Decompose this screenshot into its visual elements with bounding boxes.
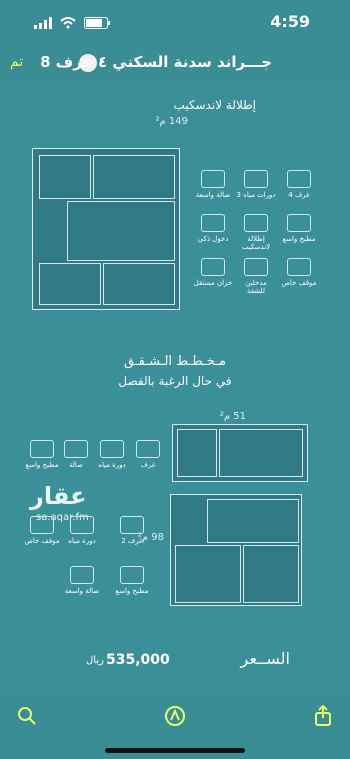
smart-entry-icon <box>201 214 225 232</box>
parking-icon <box>287 258 311 276</box>
kitchen-icon <box>287 214 311 232</box>
amenity-label: خزان مستقل <box>193 279 233 287</box>
plan-room <box>207 499 299 543</box>
floor-plan-main <box>32 148 180 310</box>
amenity-unit-a: مطبخ واسع <box>22 440 62 469</box>
split-title-line1: مـخـطـط الـشـقـق <box>124 354 226 369</box>
bedroom-icon <box>120 516 144 534</box>
floor-plan-unit-a <box>172 424 308 482</box>
plan-room <box>175 545 241 603</box>
living-room-icon <box>70 566 94 584</box>
amenity-unit-b: دورة مياه <box>62 516 102 545</box>
wifi-icon <box>60 14 76 33</box>
amenity-label: مطبخ واسع <box>282 235 316 243</box>
amenity-top: إطلالة لاندسكيب <box>236 214 276 251</box>
plan-room <box>67 201 175 261</box>
price-value: 535,000 <box>106 652 170 668</box>
amenity-label: مدخلين للشقة <box>245 279 267 295</box>
bedroom-icon <box>136 440 160 458</box>
price-currency: ريال <box>86 655 104 666</box>
double-door-icon <box>244 258 268 276</box>
parking-icon <box>30 516 54 534</box>
amenity-label: دخول ذكي <box>197 235 229 243</box>
amenity-top: دخول ذكي <box>193 214 233 243</box>
status-bar: 4:59 <box>0 0 350 44</box>
unit-a-area: 51 م² <box>219 411 246 422</box>
amenity-unit-b: 2 غرف <box>112 516 152 545</box>
amenity-unit-b: صالة واسعة <box>62 566 102 595</box>
amenity-label: دورة مياه <box>68 537 96 545</box>
water-tank-icon <box>201 258 225 276</box>
amenity-label: 2 غرف <box>121 537 143 545</box>
amenity-label: صالة واسعة <box>64 587 100 595</box>
bedroom-icon <box>287 170 311 188</box>
amenity-unit-a: غرف <box>128 440 168 469</box>
plan-room <box>93 155 175 199</box>
floor-plan-unit-b <box>170 494 302 606</box>
amenity-label: إطلالة لاندسكيب <box>241 235 271 251</box>
amenity-label: 3 دورات مياه <box>236 191 276 199</box>
amenity-top: 4 غرف <box>279 170 319 199</box>
amenity-unit-b: مطبخ واسع <box>112 566 152 595</box>
home-indicator <box>105 748 245 753</box>
amenity-unit-a: دورة مياه <box>92 440 132 469</box>
search-icon[interactable] <box>14 703 40 729</box>
amenity-top: موقف خاص <box>279 258 319 287</box>
status-icons <box>34 14 112 33</box>
kitchen-icon <box>30 440 54 458</box>
amenity-label: 4 غرف <box>288 191 310 199</box>
amenity-label: موقف خاص <box>281 279 317 287</box>
living-room-icon <box>64 440 88 458</box>
price-label: الســعر <box>240 649 290 668</box>
aqar-watermark: عقار <box>30 482 87 510</box>
bathroom-icon <box>70 516 94 534</box>
living-room-icon <box>201 170 225 188</box>
plan-room <box>39 263 101 305</box>
plan-room <box>103 263 175 305</box>
amenity-top: 3 دورات مياه <box>236 170 276 199</box>
amenity-label: مطبخ واسع <box>25 461 59 469</box>
amenity-unit-b: موقف خاص <box>22 516 62 545</box>
amenity-unit-a: صالة <box>56 440 96 469</box>
plan-room <box>219 429 303 477</box>
landscape-view-icon <box>244 214 268 232</box>
amenity-top: مدخلين للشقة <box>236 258 276 295</box>
top-plan-area: 149 م² <box>155 116 188 127</box>
bathroom-icon <box>244 170 268 188</box>
battery-icon <box>84 14 112 33</box>
plan-room <box>177 429 217 477</box>
navigation-bar: تم ⌄ جـــراند سدنة السكني ٤ غرف 8 <box>0 44 350 84</box>
amenity-label: غرف <box>140 461 156 469</box>
amenity-label: موقف خاص <box>24 537 60 545</box>
amenity-label: صالة <box>69 461 83 469</box>
amenity-label: دورة مياه <box>98 461 126 469</box>
plan-room <box>243 545 299 603</box>
status-time: 4:59 <box>270 12 310 31</box>
amenity-top: مطبخ واسع <box>279 214 319 243</box>
kitchen-icon <box>120 566 144 584</box>
amenity-top: خزان مستقل <box>193 258 233 287</box>
signal-icon <box>34 14 52 33</box>
bathroom-icon <box>100 440 124 458</box>
split-title-line2: في حال الرغبة بالفصل <box>118 374 232 388</box>
document-title: جـــراند سدنة السكني ٤ غرف 8 <box>40 53 272 71</box>
amenity-label: مطبخ واسع <box>115 587 149 595</box>
share-icon[interactable] <box>310 703 336 729</box>
top-plan-heading: إطلالة لاندسكيب <box>173 98 256 112</box>
markup-icon[interactable] <box>162 703 188 729</box>
amenity-top: صالة واسعة <box>193 170 233 199</box>
done-button[interactable]: تم <box>10 54 23 70</box>
document-view[interactable]: إطلالة لاندسكيب 149 م² 4 غرف 3 دورات ميا… <box>0 84 350 696</box>
amenity-label: صالة واسعة <box>195 191 231 199</box>
plan-room <box>39 155 91 199</box>
